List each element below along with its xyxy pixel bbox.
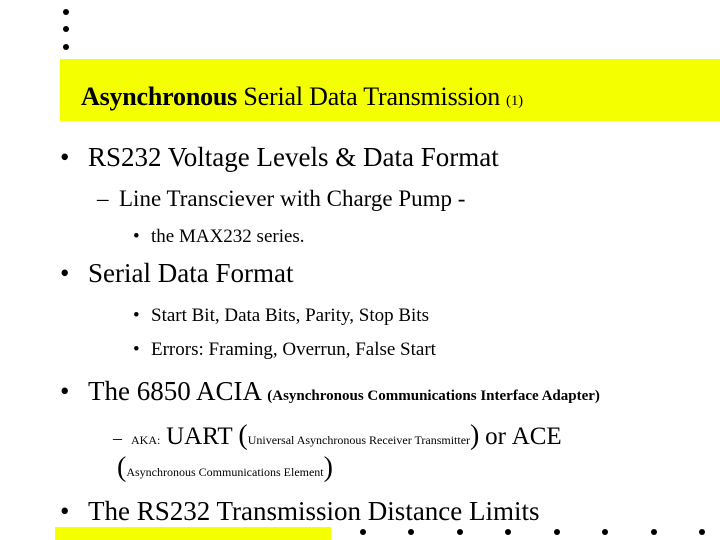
or-text: or [485,423,506,450]
sub-bullet-continuation: (Asynchronous Communications Element) [117,452,333,484]
bullet-item: • The 6850 ACIA (Asynchronous Communicati… [60,376,600,407]
decorative-dot [63,9,69,15]
open-paren: ( [117,452,127,483]
bullet-note: (Asynchronous Communications Interface A… [267,388,600,404]
decorative-dot [554,529,560,535]
bullet-text: The 6850 ACIA [88,376,261,406]
decorative-dot [699,529,705,535]
sub-sub-bullet-item: • Start Bit, Data Bits, Parity, Stop Bits [133,305,429,327]
title-number: (1) [506,93,523,109]
ace-expansion: Asynchronous Communications Element [126,465,324,479]
bullet-item: • Serial Data Format [60,258,293,289]
sub-bullet-item: – AKA: UART (Universal Asynchronous Recei… [113,420,562,452]
sub-sub-bullet-text: the MAX232 series. [151,226,305,247]
bullet-text: Serial Data Format [88,258,294,288]
open-paren: ( [238,420,248,451]
ace-term: ACE [511,423,562,450]
close-paren: ) [470,420,480,451]
bullet-icon: • [60,258,70,288]
aka-prefix: AKA: [131,433,161,447]
sub-bullet-text: Line Transciever with Charge Pump - [119,186,466,211]
sub-bullet-item: – Line Transciever with Charge Pump - [97,186,465,212]
decorative-dot [63,44,69,50]
decorative-dot [651,529,657,535]
sub-sub-bullet-item: • Errors: Framing, Overrun, False Start [133,339,436,361]
decorative-dot [457,529,463,535]
uart-term: UART [166,423,233,450]
decorative-dot [505,529,511,535]
decorative-dot [63,26,69,32]
bullet-icon: • [133,305,140,326]
uart-expansion: Universal Asynchronous Receiver Transmit… [247,433,471,447]
sub-sub-bullet-text: Start Bit, Data Bits, Parity, Stop Bits [151,305,429,326]
bullet-icon: • [133,226,140,247]
close-paren: ) [323,452,333,483]
bullet-icon: • [60,142,70,172]
dash-icon: – [113,428,122,448]
dash-icon: – [97,186,109,211]
sub-sub-bullet-text: Errors: Framing, Overrun, False Start [151,339,436,360]
bullet-icon: • [133,339,140,360]
bullet-item: • The RS232 Transmission Distance Limits [60,496,540,527]
footer-band [55,527,331,540]
title-rest: Serial Data Transmission [243,82,501,111]
decorative-dot [602,529,608,535]
title-bold-part: Asynchronous [81,82,238,111]
bullet-item: • RS232 Voltage Levels & Data Format [60,142,499,173]
decorative-dot [360,529,366,535]
decorative-dot [408,529,414,535]
bullet-text: The RS232 Transmission Distance Limits [88,496,540,526]
sub-sub-bullet-item: • the MAX232 series. [133,226,305,248]
bullet-icon: • [60,496,70,526]
slide-title: Asynchronous Serial Data Transmission (1) [81,82,523,112]
bullet-text: RS232 Voltage Levels & Data Format [88,142,499,172]
bullet-icon: • [60,376,70,406]
